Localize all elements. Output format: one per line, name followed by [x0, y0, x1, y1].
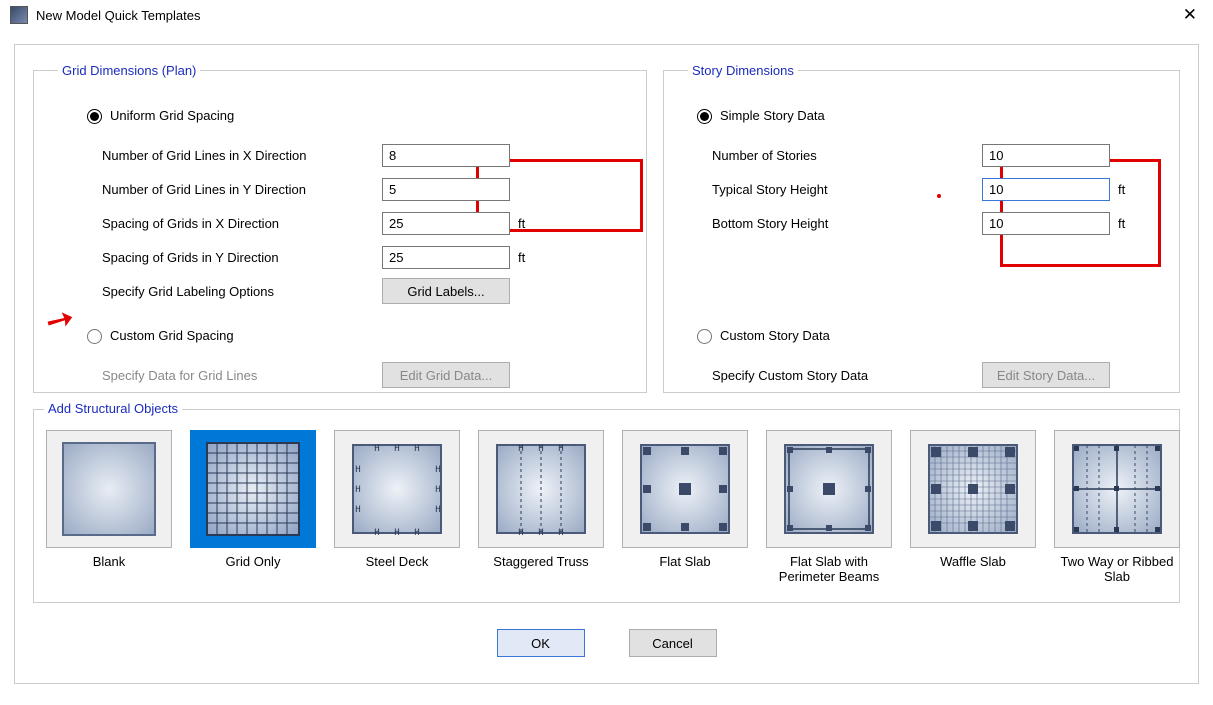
svg-text:H: H — [538, 444, 543, 454]
add-structural-objects-legend: Add Structural Objects — [44, 401, 182, 416]
simple-story-radio[interactable] — [697, 109, 712, 124]
template-two-way-ribbed-label: Two Way or Ribbed Slab — [1054, 554, 1180, 584]
labeling-label: Specify Grid Labeling Options — [102, 284, 382, 299]
svg-text:H: H — [355, 465, 360, 475]
cancel-button[interactable]: Cancel — [629, 629, 717, 657]
svg-text:H: H — [518, 528, 523, 538]
story-dimensions-legend: Story Dimensions — [688, 63, 798, 78]
app-icon — [10, 6, 28, 24]
template-two-way-ribbed[interactable] — [1054, 430, 1180, 548]
num-stories-label: Number of Stories — [712, 148, 932, 163]
grid-labels-button[interactable]: Grid Labels... — [382, 278, 510, 304]
edit-grid-data-button: Edit Grid Data... — [382, 362, 510, 388]
template-grid-only[interactable] — [190, 430, 316, 548]
template-staggered-truss[interactable]: H H H H H H — [478, 430, 604, 548]
add-structural-objects-group: Add Structural Objects Blank Grid Only — [33, 409, 1180, 603]
specify-grid-data-label: Specify Data for Grid Lines — [102, 368, 382, 383]
num-x-label: Number of Grid Lines in X Direction — [102, 148, 382, 163]
grid-dimensions-group: Grid Dimensions (Plan) Uniform Grid Spac… — [33, 63, 647, 393]
sp-x-unit: ft — [518, 216, 525, 231]
svg-text:H: H — [558, 528, 563, 538]
num-y-input[interactable] — [382, 178, 510, 201]
svg-text:H: H — [394, 444, 399, 454]
num-y-label: Number of Grid Lines in Y Direction — [102, 182, 382, 197]
template-blank-label: Blank — [93, 554, 126, 584]
ok-button[interactable]: OK — [497, 629, 585, 657]
svg-text:H: H — [374, 444, 379, 454]
bot-height-unit: ft — [1118, 216, 1125, 231]
sp-x-label: Spacing of Grids in X Direction — [102, 216, 382, 231]
template-waffle-slab[interactable] — [910, 430, 1036, 548]
bot-height-input[interactable] — [982, 212, 1110, 235]
template-flat-slab-label: Flat Slab — [659, 554, 710, 584]
template-flat-slab-perimeter-label: Flat Slab with Perimeter Beams — [766, 554, 892, 584]
svg-text:H: H — [374, 528, 379, 538]
custom-story-radio[interactable] — [697, 329, 712, 344]
sp-x-input[interactable] — [382, 212, 510, 235]
template-grid-only-label: Grid Only — [226, 554, 281, 584]
num-stories-input[interactable] — [982, 144, 1110, 167]
template-staggered-truss-label: Staggered Truss — [493, 554, 588, 584]
typ-height-label: Typical Story Height — [712, 182, 932, 197]
simple-story-label: Simple Story Data — [720, 108, 825, 123]
svg-text:H: H — [538, 528, 543, 538]
template-blank[interactable] — [46, 430, 172, 548]
svg-text:H: H — [355, 505, 360, 515]
typ-height-input[interactable] — [982, 178, 1110, 201]
uniform-grid-radio[interactable] — [87, 109, 102, 124]
grid-dimensions-legend: Grid Dimensions (Plan) — [58, 63, 200, 78]
num-x-input[interactable] — [382, 144, 510, 167]
close-icon[interactable]: ✕ — [1177, 5, 1203, 25]
custom-grid-label: Custom Grid Spacing — [110, 328, 234, 343]
sp-y-input[interactable] — [382, 246, 510, 269]
svg-text:H: H — [435, 485, 440, 495]
custom-story-label: Custom Story Data — [720, 328, 830, 343]
svg-text:H: H — [435, 465, 440, 475]
svg-text:H: H — [394, 528, 399, 538]
window-title: New Model Quick Templates — [36, 8, 1177, 23]
svg-text:H: H — [414, 528, 419, 538]
template-waffle-slab-label: Waffle Slab — [940, 554, 1006, 584]
svg-text:H: H — [355, 485, 360, 495]
svg-text:H: H — [558, 444, 563, 454]
template-steel-deck[interactable]: HHH HHH HHH HHH — [334, 430, 460, 548]
svg-text:H: H — [518, 444, 523, 454]
template-flat-slab[interactable] — [622, 430, 748, 548]
sp-y-unit: ft — [518, 250, 525, 265]
template-flat-slab-perimeter[interactable] — [766, 430, 892, 548]
bot-height-label: Bottom Story Height — [712, 216, 932, 231]
uniform-grid-label: Uniform Grid Spacing — [110, 108, 234, 123]
custom-grid-radio[interactable] — [87, 329, 102, 344]
svg-text:H: H — [414, 444, 419, 454]
specify-story-label: Specify Custom Story Data — [712, 368, 932, 383]
typ-height-unit: ft — [1118, 182, 1125, 197]
svg-text:H: H — [435, 505, 440, 515]
edit-story-data-button: Edit Story Data... — [982, 362, 1110, 388]
sp-y-label: Spacing of Grids in Y Direction — [102, 250, 382, 265]
template-steel-deck-label: Steel Deck — [366, 554, 429, 584]
story-dimensions-group: Story Dimensions Simple Story Data Numbe… — [663, 63, 1180, 393]
